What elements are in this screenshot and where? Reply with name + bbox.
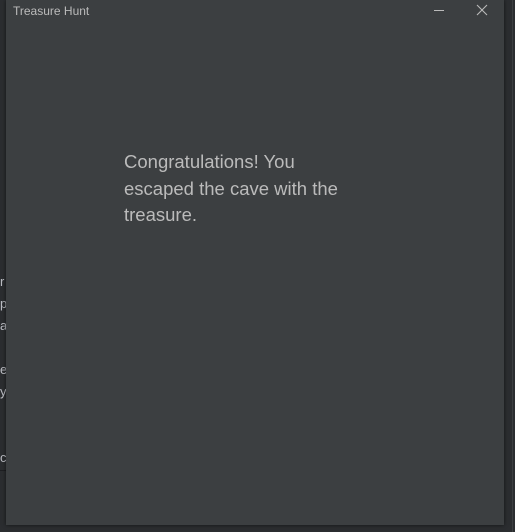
background-right-edge: [504, 0, 515, 532]
minimize-button[interactable]: [416, 0, 460, 22]
close-icon: [476, 4, 488, 16]
treasure-hunt-window: Treasure Hunt Congratulations! You escap…: [6, 0, 504, 525]
background-scrollbar-line: [512, 0, 513, 532]
close-button[interactable]: [460, 0, 504, 22]
window-title: Treasure Hunt: [13, 4, 90, 18]
minimize-icon: [434, 10, 444, 11]
title-bar[interactable]: Treasure Hunt: [6, 0, 504, 22]
result-message: Congratulations! You escaped the cave wi…: [124, 151, 338, 225]
